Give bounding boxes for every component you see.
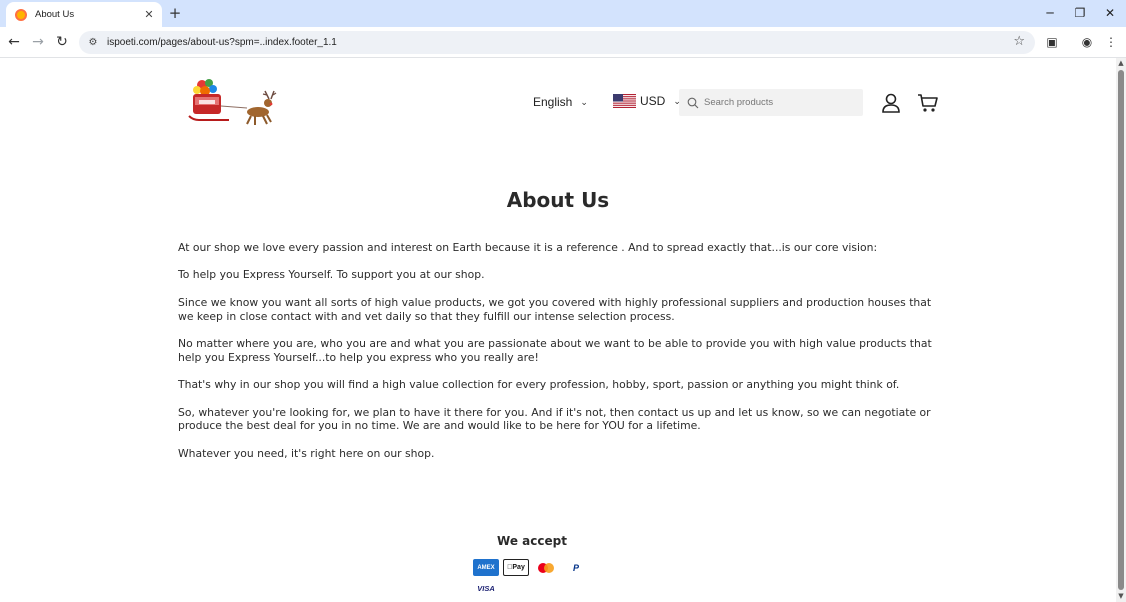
page-title: About Us <box>506 188 610 212</box>
browser-toolbar: ← → ↻ ⚙ ispoeti.com/pages/about-us?spm=.… <box>0 27 1126 58</box>
page-viewport: English ⌄ USD ⌄ Search products About Us… <box>0 58 1116 602</box>
scroll-up-arrow-icon[interactable]: ▲ <box>1117 59 1125 67</box>
account-user-icon[interactable] <box>880 92 902 114</box>
amex-icon: AMEX <box>473 559 499 576</box>
back-arrow-icon[interactable]: ← <box>6 34 22 50</box>
visa-icon: VISA <box>473 580 499 597</box>
window-restore-icon[interactable]: ❐ <box>1071 5 1089 21</box>
we-accept-heading: We accept <box>497 534 567 548</box>
profile-icon[interactable]: ◉ <box>1079 34 1095 50</box>
tab-close-icon[interactable]: ✕ <box>142 8 156 21</box>
language-label: English <box>533 95 573 109</box>
about-paragraph: Since we know you want all sorts of high… <box>178 295 932 323</box>
store-logo-sleigh-icon[interactable] <box>185 76 277 128</box>
shopping-cart-icon[interactable] <box>917 92 939 114</box>
chevron-down-icon: ⌄ <box>580 96 588 107</box>
about-paragraph: No matter where you are, who you are and… <box>178 336 932 364</box>
about-content: At our shop we love every passion and in… <box>178 241 934 474</box>
about-paragraph: That's why in our shop you will find a h… <box>178 378 900 392</box>
mastercard-circles-icon <box>538 562 554 573</box>
currency-label: USD <box>640 94 666 108</box>
paypal-icon: P <box>563 559 589 576</box>
url-text: ispoeti.com/pages/about-us?spm=..index.f… <box>107 37 337 48</box>
browser-menu-icon[interactable]: ⋮ <box>1103 34 1119 50</box>
browser-tab-strip: About Us ✕ + ─ ❐ ✕ <box>0 0 1126 27</box>
page-scrollbar[interactable]: ▲ ▼ <box>1116 58 1126 602</box>
site-info-icon[interactable]: ⚙ <box>87 37 99 48</box>
cast-icon[interactable]: ▣ <box>1044 34 1060 50</box>
scrollbar-thumb[interactable] <box>1118 70 1124 590</box>
language-selector[interactable]: English ⌄ <box>533 95 588 109</box>
search-icon <box>687 97 699 108</box>
site-favicon-icon <box>15 8 27 21</box>
tab-title: About Us <box>35 9 75 20</box>
currency-selector[interactable]: USD ⌄ <box>613 94 681 108</box>
mastercard-icon <box>533 559 559 576</box>
window-close-icon[interactable]: ✕ <box>1101 5 1119 21</box>
window-minimize-icon[interactable]: ─ <box>1041 5 1059 21</box>
about-paragraph: To help you Express Yourself. To support… <box>178 268 485 282</box>
bookmark-star-icon[interactable]: ☆ <box>1013 34 1025 49</box>
about-paragraph: At our shop we love every passion and in… <box>178 241 878 254</box>
forward-arrow-icon[interactable]: → <box>30 34 46 50</box>
search-bar[interactable] <box>679 89 863 116</box>
search-input[interactable] <box>704 97 854 108</box>
browser-tab-active[interactable]: About Us ✕ <box>6 2 162 27</box>
about-paragraph: Whatever you need, it's right here on ou… <box>178 446 435 460</box>
new-tab-plus-icon[interactable]: + <box>167 5 183 21</box>
us-flag-icon <box>613 94 636 108</box>
reload-icon[interactable]: ↻ <box>54 34 70 50</box>
scroll-down-arrow-icon[interactable]: ▼ <box>1117 592 1125 600</box>
applepay-icon: Pay <box>503 559 529 576</box>
address-bar[interactable]: ⚙ ispoeti.com/pages/about-us?spm=..index… <box>79 31 1035 54</box>
about-paragraph: So, whatever you're looking for, we plan… <box>178 405 931 433</box>
